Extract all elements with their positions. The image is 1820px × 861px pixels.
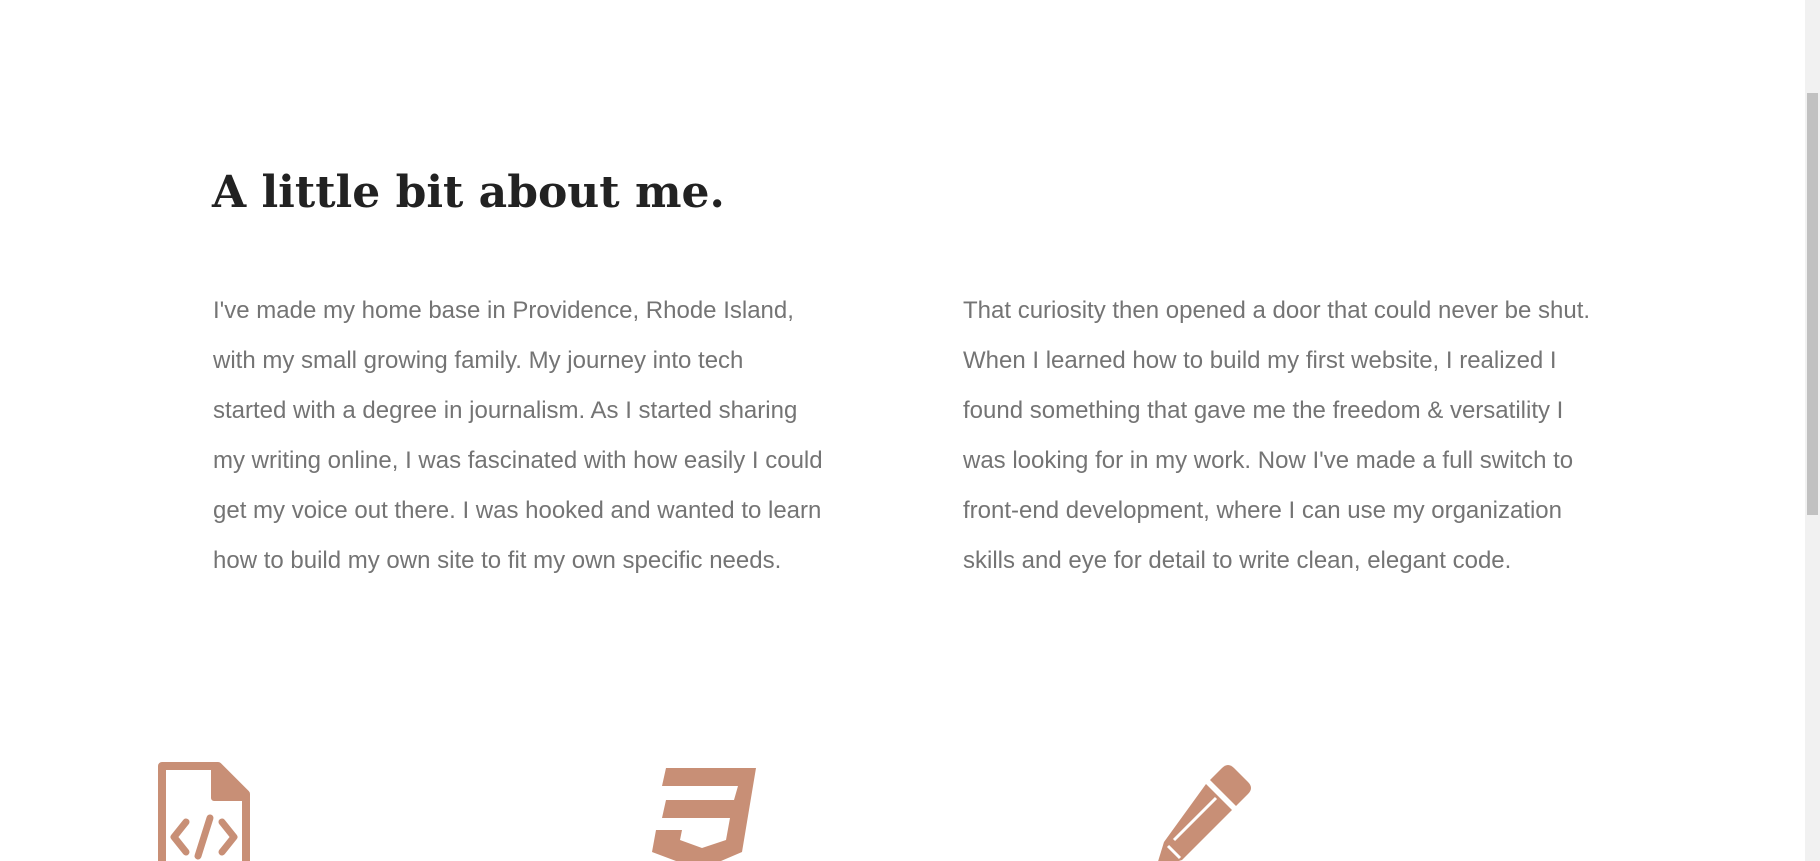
about-paragraph-left: I've made my home base in Providence, Rh… (213, 297, 823, 574)
pencil-icon (1154, 760, 1254, 861)
page-scrollbar[interactable] (1805, 0, 1820, 861)
about-heading: A little bit about me. (212, 167, 725, 218)
code-file-icon (156, 760, 252, 861)
about-paragraph-right: That curiosity then opened a door that c… (963, 297, 1591, 574)
page: A little bit about me. I've made my home… (0, 0, 1805, 861)
scrollbar-thumb[interactable] (1807, 93, 1818, 515)
css3-icon (648, 760, 758, 861)
